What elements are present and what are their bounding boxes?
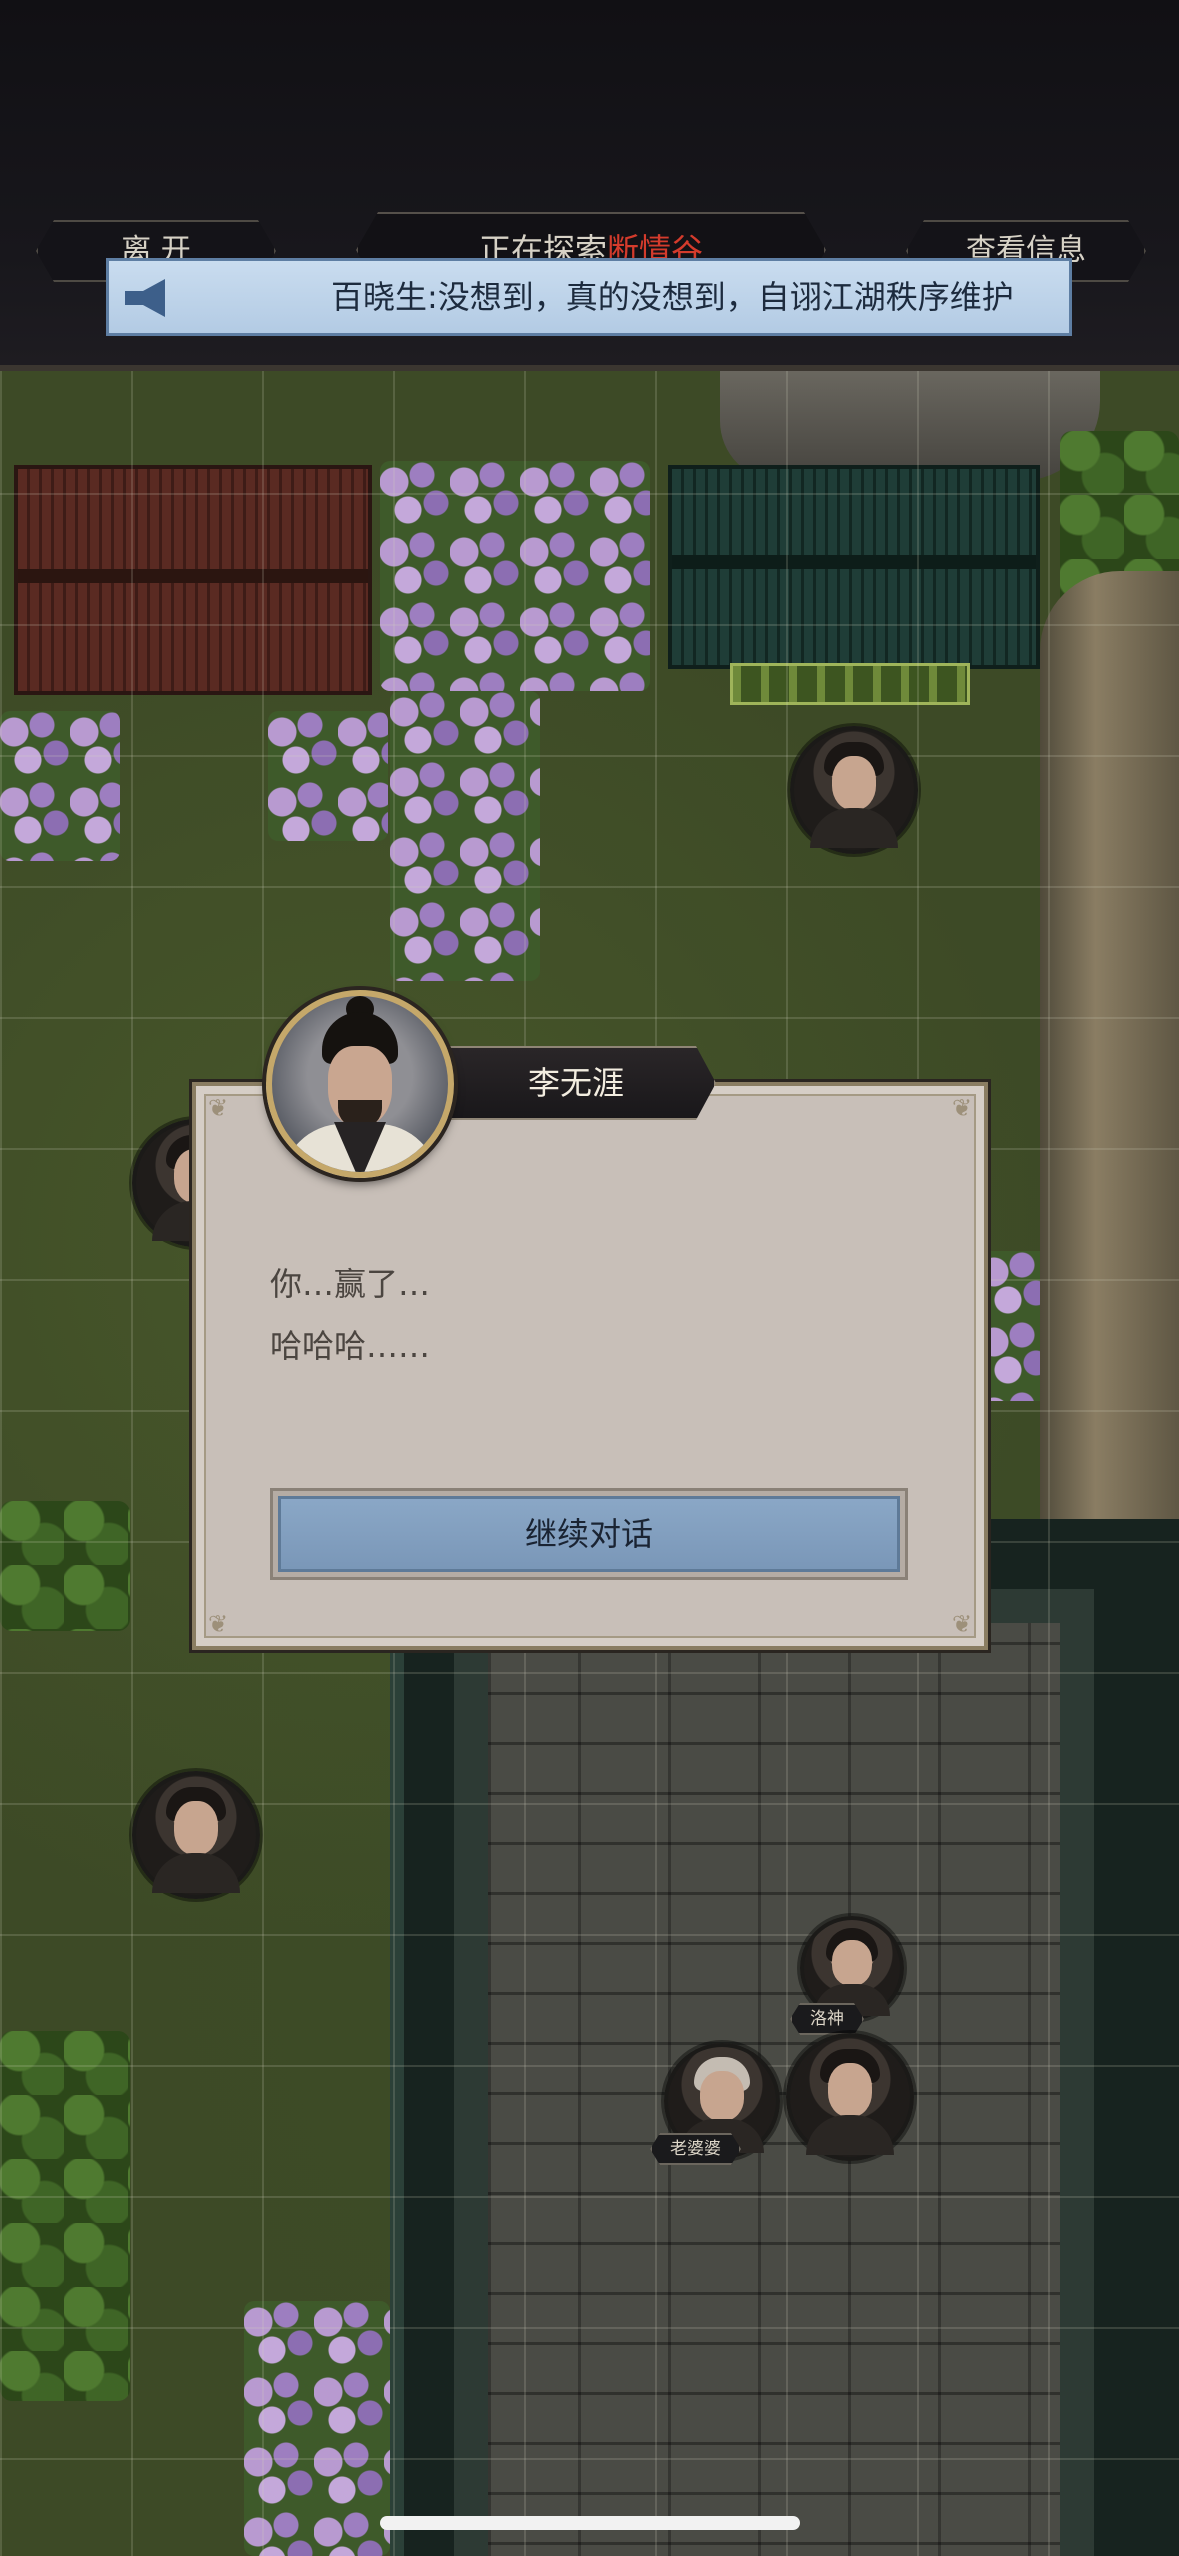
top-bar: 离 开 正在探索断情谷 查看信息 百晓生:没想到，真的没想到，自诩江湖秩序维护 <box>0 0 1179 371</box>
dialog-line: 哈哈哈…… <box>270 1327 431 1365</box>
corner-ornament: ❦ <box>207 1610 229 1638</box>
player-token[interactable] <box>786 2033 914 2161</box>
npc-token[interactable] <box>790 726 918 854</box>
corner-ornament: ❦ <box>207 1094 229 1122</box>
announcement-banner: 百晓生:没想到，真的没想到，自诩江湖秩序维护 <box>106 258 1072 336</box>
corner-ornament: ❦ <box>951 1094 973 1122</box>
megaphone-icon <box>125 279 165 317</box>
continue-dialog-label: 继续对话 <box>278 1496 900 1572</box>
npc-label: 老婆婆 <box>650 2133 741 2165</box>
home-indicator[interactable] <box>380 2516 800 2530</box>
continue-dialog-button[interactable]: 继续对话 <box>270 1488 908 1580</box>
dialog-line: 你…赢了… <box>270 1265 431 1303</box>
game-screen: 离 开 正在探索断情谷 查看信息 百晓生:没想到，真的没想到，自诩江湖秩序维护 <box>0 0 1179 2556</box>
announcement-text: 百晓生:没想到，真的没想到，自诩江湖秩序维护 <box>331 278 1014 316</box>
corner-ornament: ❦ <box>951 1610 973 1638</box>
npc-token[interactable] <box>132 1771 260 1899</box>
speaker-name: 李无涯 <box>436 1046 716 1120</box>
speaker-avatar <box>266 990 454 1178</box>
npc-label: 洛神 <box>790 2003 864 2035</box>
